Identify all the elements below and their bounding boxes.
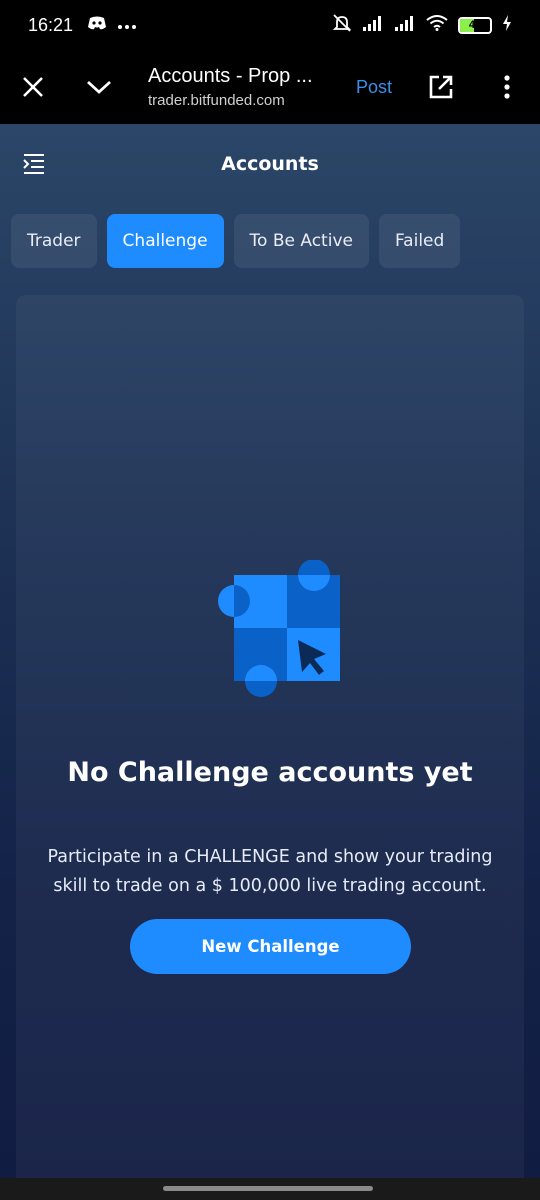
browser-toolbar: Accounts - Prop ... trader.bitfunded.com…	[0, 50, 540, 124]
open-external-icon	[429, 75, 453, 99]
close-button[interactable]	[0, 50, 66, 124]
wifi-icon	[426, 14, 448, 36]
status-bar: 16:21 48	[0, 0, 540, 50]
battery-level: 48	[468, 19, 482, 31]
status-time: 16:21	[28, 14, 74, 35]
account-tabs: Trader Challenge To Be Active Failed	[0, 214, 540, 268]
new-challenge-button[interactable]: New Challenge	[130, 919, 411, 974]
home-gesture-handle[interactable]	[163, 1186, 373, 1191]
browser-page-title: Accounts - Prop ...	[148, 65, 313, 87]
tab-to-be-active[interactable]: To Be Active	[233, 214, 369, 268]
empty-state-description-line: Participate in a CHALLENGE and show your…	[47, 847, 493, 867]
charging-icon	[502, 14, 512, 36]
empty-state-description-line: skill to trade on a $ 100,000 live tradi…	[53, 876, 487, 896]
empty-state-title: No Challenge accounts yet	[67, 757, 473, 788]
browser-url: trader.bitfunded.com	[148, 92, 285, 109]
tab-failed[interactable]: Failed	[378, 214, 461, 268]
mute-icon	[332, 13, 352, 38]
more-vertical-icon	[504, 75, 510, 99]
overflow-menu-button[interactable]	[474, 50, 540, 124]
open-external-button[interactable]	[408, 50, 474, 124]
signal-icon	[362, 15, 384, 36]
empty-state-card: No Challenge accounts yet Participate in…	[16, 295, 524, 1178]
close-icon	[23, 77, 43, 97]
page-title: Accounts	[221, 153, 319, 175]
chevron-down-icon	[87, 80, 111, 94]
battery-icon: 48	[458, 16, 492, 34]
discord-icon	[87, 15, 107, 36]
system-navigation-bar	[0, 1178, 540, 1200]
page-content: Accounts Trader Challenge To Be Active F…	[0, 124, 540, 1178]
collapse-button[interactable]	[66, 50, 132, 124]
app-header: Accounts	[0, 124, 540, 204]
signal-icon	[394, 15, 416, 36]
post-button[interactable]: Post	[340, 77, 408, 98]
tab-challenge[interactable]: Challenge	[106, 214, 224, 268]
tab-trader[interactable]: Trader	[11, 214, 97, 268]
more-dots-icon	[117, 15, 137, 35]
empty-challenge-illustration-icon	[218, 560, 340, 697]
page-info: Accounts - Prop ... trader.bitfunded.com	[132, 65, 340, 109]
empty-state-description: Participate in a CHALLENGE and show your…	[16, 843, 524, 901]
menu-collapse-icon[interactable]	[22, 152, 46, 176]
